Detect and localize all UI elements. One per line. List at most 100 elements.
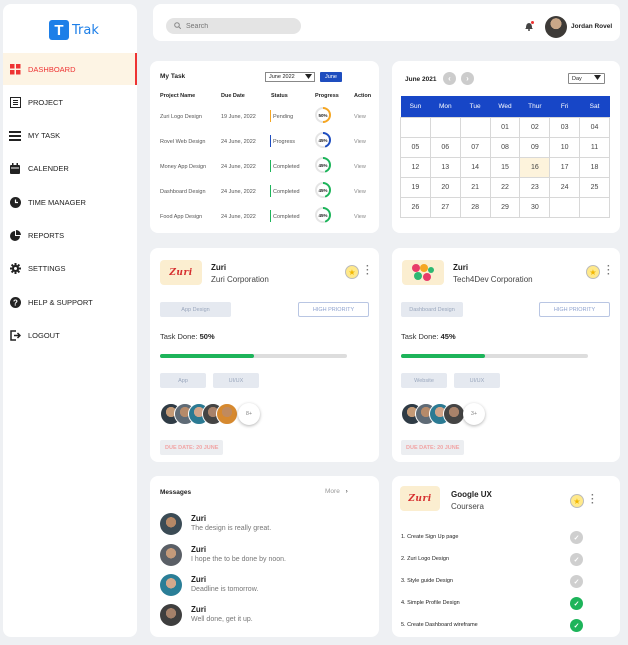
calendar-day[interactable]: 04 <box>579 116 610 138</box>
message-item[interactable]: Zuri Deadline is tomorrow. <box>160 574 370 600</box>
user-avatar[interactable] <box>545 16 567 38</box>
calendar-day[interactable]: 11 <box>579 136 610 158</box>
more-options-icon[interactable]: · · · <box>607 262 611 280</box>
calendar-day[interactable]: 25 <box>579 176 610 198</box>
sidebar-item-project[interactable]: PROJECT <box>3 86 137 118</box>
star-icon[interactable]: ★ <box>570 494 584 508</box>
calendar-day[interactable]: 22 <box>489 176 521 198</box>
view-link[interactable]: View <box>354 139 366 145</box>
table-row[interactable]: Money App Design 24 June, 2022 Completed 45… <box>150 157 379 177</box>
more-options-icon[interactable]: · · · <box>591 491 595 509</box>
star-icon[interactable]: ★ <box>586 265 600 279</box>
brand-logo[interactable]: T Trak <box>49 20 99 40</box>
avatar <box>443 403 465 425</box>
more-link[interactable]: More › <box>325 488 348 495</box>
progress-value: 45% <box>317 184 329 196</box>
view-select[interactable]: Day <box>568 73 605 84</box>
course-logo: Zuri <box>400 486 440 511</box>
calendar-day[interactable]: 12 <box>400 156 431 178</box>
sidebar-item-reports[interactable]: REPORTS <box>3 219 137 251</box>
course-name: Google UX <box>451 490 492 499</box>
progress-fill <box>160 354 254 358</box>
month-select[interactable]: June 2022 <box>265 72 315 82</box>
search-input[interactable] <box>186 22 286 30</box>
course-step: 3. Style guide Design <box>401 578 453 584</box>
calendar-day[interactable]: 08 <box>489 136 521 158</box>
calendar-day[interactable]: 21 <box>459 176 491 198</box>
calendar-day[interactable]: 03 <box>549 116 581 138</box>
calendar-day[interactable]: 02 <box>519 116 551 138</box>
check-icon[interactable]: ✓ <box>570 531 583 544</box>
sidebar-item-settings[interactable]: SETTINGS <box>3 253 137 285</box>
calendar-day[interactable]: 13 <box>429 156 461 178</box>
calendar-day[interactable]: 09 <box>519 136 551 158</box>
calendar-day[interactable]: 30 <box>519 196 551 218</box>
calendar-day[interactable]: 19 <box>400 176 431 198</box>
calendar-day[interactable]: 23 <box>519 176 551 198</box>
calendar-day <box>429 116 461 138</box>
view-link[interactable]: View <box>354 214 366 220</box>
calendar-day[interactable]: 29 <box>489 196 521 218</box>
check-icon[interactable]: ✓ <box>570 619 583 632</box>
progress-value: 45% <box>317 159 329 171</box>
sidebar-item-logout[interactable]: LOGOUT <box>3 319 137 351</box>
calendar-day[interactable]: 05 <box>400 136 431 158</box>
sidebar-item-time-manager[interactable]: TIME MANAGER <box>3 186 137 218</box>
calendar-day[interactable]: 20 <box>429 176 461 198</box>
star-icon[interactable]: ★ <box>345 265 359 279</box>
brand-name: Trak <box>72 22 99 38</box>
calendar-day[interactable]: 01 <box>489 116 521 138</box>
project-name-cell: Zuri Logo Design <box>160 114 202 120</box>
project-name-cell: Dashboard Design <box>160 189 206 195</box>
message-item[interactable]: Zuri The design is really great. <box>160 513 370 539</box>
sidebar-item-my-task[interactable]: MY TASK <box>3 120 137 152</box>
calendar-day[interactable]: 06 <box>429 136 461 158</box>
calendar-day[interactable]: 07 <box>459 136 491 158</box>
sidebar-item-calender[interactable]: CALENDER <box>3 153 137 185</box>
gear-icon <box>9 263 21 275</box>
calendar-day[interactable]: 16 <box>519 156 551 178</box>
project-card[interactable]: Zuri Zuri Zuri Corporation ★ · · · App Des… <box>150 248 379 462</box>
table-row[interactable]: Rovel Web Design 24 June, 2022 Progress 45%… <box>150 132 379 152</box>
view-link[interactable]: View <box>354 189 366 195</box>
calendar-day[interactable]: 24 <box>549 176 581 198</box>
logo-wordmark: Zuri <box>408 493 432 504</box>
due-date-badge: DUE DATE: 20 JUNE <box>160 440 224 455</box>
search-bar[interactable] <box>166 18 301 34</box>
sidebar-item-label: TIME MANAGER <box>28 197 86 207</box>
chevron-left-icon[interactable]: ‹ <box>443 72 456 85</box>
calendar-day[interactable]: 28 <box>459 196 491 218</box>
user-name[interactable]: Jordan Rovel <box>571 23 612 30</box>
more-members-badge[interactable]: 8+ <box>238 403 260 425</box>
check-icon[interactable]: ✓ <box>570 553 583 566</box>
progress-value: 50% <box>317 109 329 121</box>
sidebar-item-dashboard[interactable]: DASHBOARD <box>3 53 137 85</box>
month-button[interactable]: June <box>320 72 342 82</box>
bell-icon[interactable] <box>524 21 534 31</box>
project-company: Tech4Dev Corporation <box>453 275 533 284</box>
progress-bar <box>160 354 347 358</box>
message-item[interactable]: Zuri Well done, get it up. <box>160 604 370 630</box>
logout-icon <box>9 329 21 341</box>
view-link[interactable]: View <box>354 164 366 170</box>
project-card[interactable]: Zuri Tech4Dev Corporation ★ · · · Dashboar… <box>392 248 620 462</box>
calendar-day[interactable]: 26 <box>400 196 431 218</box>
calendar-day[interactable]: 15 <box>489 156 521 178</box>
more-options-icon[interactable]: · · · <box>366 262 370 280</box>
calendar-day[interactable]: 27 <box>429 196 461 218</box>
sidebar-item-help-support[interactable]: ? HELP & SUPPORT <box>3 286 137 318</box>
project-name-cell: Food App Design <box>160 214 203 220</box>
calendar-day[interactable]: 10 <box>549 136 581 158</box>
message-item[interactable]: Zuri I hope the to be done by noon. <box>160 544 370 570</box>
calendar-day[interactable]: 17 <box>549 156 581 178</box>
chevron-right-icon[interactable]: › <box>461 72 474 85</box>
more-members-badge[interactable]: 3+ <box>463 403 485 425</box>
table-row[interactable]: Dashboard Design 24 June, 2022 Completed 45… <box>150 182 379 202</box>
table-row[interactable]: Zuri Logo Design 19 June, 2022 Pending 50% V… <box>150 107 379 127</box>
calendar-day[interactable]: 18 <box>579 156 610 178</box>
table-row[interactable]: Food App Design 24 June, 2022 Completed 45%… <box>150 207 379 227</box>
view-link[interactable]: View <box>354 114 366 120</box>
check-icon[interactable]: ✓ <box>570 575 583 588</box>
check-icon[interactable]: ✓ <box>570 597 583 610</box>
calendar-day[interactable]: 14 <box>459 156 491 178</box>
